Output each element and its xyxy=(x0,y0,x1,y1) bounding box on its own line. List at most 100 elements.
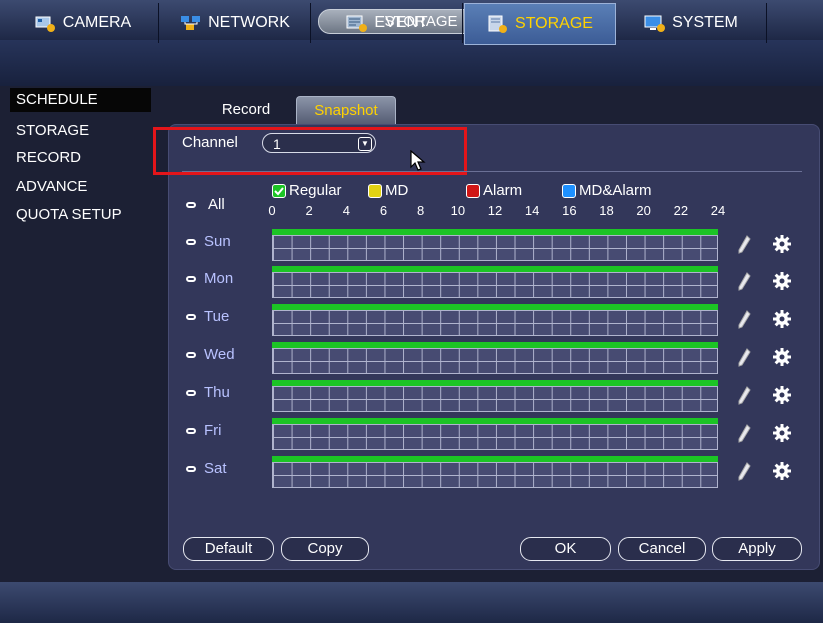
time-grid xyxy=(272,310,718,336)
hour-tick-label: 0 xyxy=(268,203,276,218)
day-checkbox-mon[interactable]: Mon xyxy=(186,270,233,287)
swatch-icon xyxy=(466,183,480,198)
nav-tab-camera[interactable]: CAMERA xyxy=(8,3,159,43)
pencil-icon[interactable] xyxy=(737,272,751,292)
legend-label: MD xyxy=(385,182,409,199)
checkbox-icon xyxy=(186,275,196,282)
day-label: Mon xyxy=(204,270,234,287)
pencil-icon[interactable] xyxy=(737,348,751,368)
hour-tick-label: 10 xyxy=(450,203,466,218)
sidebar-item-quota-setup[interactable]: QUOTA SETUP xyxy=(10,203,151,227)
schedule-bar-thu[interactable] xyxy=(272,380,718,412)
checkbox-icon xyxy=(186,389,196,396)
gear-icon[interactable] xyxy=(772,271,792,291)
gear-icon[interactable] xyxy=(772,309,792,329)
storage-icon xyxy=(488,15,508,33)
legend-md[interactable]: MD xyxy=(368,182,408,199)
legend-label: Alarm xyxy=(483,182,523,199)
nav-tab-label: EVENT xyxy=(374,14,428,31)
hour-tick-label: 4 xyxy=(342,203,350,218)
time-grid xyxy=(272,272,718,298)
sidebar-item-schedule[interactable]: SCHEDULE xyxy=(10,88,151,112)
schedule-bar-sun[interactable] xyxy=(272,229,718,261)
nav-tab-network[interactable]: NETWORK xyxy=(160,3,311,43)
time-grid xyxy=(272,462,718,488)
pencil-icon[interactable] xyxy=(737,386,751,406)
day-checkbox-sun[interactable]: Sun xyxy=(186,233,231,250)
hour-tick-label: 18 xyxy=(599,203,614,218)
checkbox-icon xyxy=(186,313,196,320)
sidebar-item-record[interactable]: RECORD xyxy=(10,146,151,170)
hour-tick-label: 24 xyxy=(710,203,726,218)
ok-button[interactable]: OK xyxy=(520,537,611,561)
nav-tab-label: CAMERA xyxy=(62,14,132,31)
swatch-icon xyxy=(368,183,382,198)
system-icon xyxy=(644,15,666,32)
legend-label: MD&Alarm xyxy=(579,182,652,199)
sidebar-item-storage[interactable]: STORAGE xyxy=(10,119,151,143)
apply-button[interactable]: Apply xyxy=(712,537,802,561)
legend-alarm[interactable]: Alarm xyxy=(466,182,522,199)
checkbox-icon xyxy=(186,427,196,434)
nav-tab-system[interactable]: SYSTEM xyxy=(616,3,767,43)
mouse-cursor-icon xyxy=(410,150,426,171)
pencil-icon[interactable] xyxy=(737,235,751,255)
time-grid xyxy=(272,386,718,412)
divider xyxy=(182,171,802,172)
day-checkbox-tue[interactable]: Tue xyxy=(186,308,229,325)
tab-record[interactable]: Record xyxy=(210,96,282,124)
schedule-bar-mon[interactable] xyxy=(272,266,718,298)
hour-tick-label: 12 xyxy=(487,203,503,218)
nav-tab-label: NETWORK xyxy=(208,14,290,31)
time-grid xyxy=(272,235,718,261)
checkbox-icon xyxy=(186,238,196,245)
check-icon xyxy=(272,183,286,198)
day-label: Sun xyxy=(204,233,231,250)
all-days-checkbox[interactable]: All xyxy=(186,196,225,213)
hour-tick-label: 8 xyxy=(417,203,425,218)
hour-tick-label: 16 xyxy=(562,203,577,218)
nav-tab-label: SYSTEM xyxy=(672,14,738,31)
day-checkbox-sat[interactable]: Sat xyxy=(186,460,227,477)
schedule-bar-tue[interactable] xyxy=(272,304,718,336)
day-label: Wed xyxy=(204,346,235,363)
day-checkbox-fri[interactable]: Fri xyxy=(186,422,222,439)
pencil-icon[interactable] xyxy=(737,462,751,482)
checkbox-icon xyxy=(186,351,196,358)
hour-tick-label: 22 xyxy=(673,203,689,218)
event-icon xyxy=(346,15,368,32)
swatch-icon xyxy=(562,183,576,198)
checkbox-icon xyxy=(186,201,196,208)
pencil-icon[interactable] xyxy=(737,424,751,444)
cancel-button[interactable]: Cancel xyxy=(618,537,706,561)
nav-tab-storage[interactable]: STORAGE xyxy=(464,3,616,45)
gear-icon[interactable] xyxy=(772,461,792,481)
hour-tick-label: 6 xyxy=(379,203,388,218)
gear-icon[interactable] xyxy=(772,347,792,367)
schedule-bar-wed[interactable] xyxy=(272,342,718,374)
main-nav xyxy=(0,40,823,87)
day-label: Fri xyxy=(204,422,222,439)
day-checkbox-thu[interactable]: Thu xyxy=(186,384,230,401)
time-grid xyxy=(272,424,718,450)
hour-tick-label: 14 xyxy=(524,203,540,218)
legend-label: Regular xyxy=(289,182,342,199)
hour-tick-label: 20 xyxy=(636,203,651,218)
schedule-bar-fri[interactable] xyxy=(272,418,718,450)
pencil-icon[interactable] xyxy=(737,310,751,330)
all-label: All xyxy=(208,196,225,213)
day-label: Sat xyxy=(204,460,227,477)
tab-snapshot[interactable]: Snapshot xyxy=(296,96,396,125)
nav-tab-event[interactable]: EVENT xyxy=(312,3,463,43)
sidebar-item-advance[interactable]: ADVANCE xyxy=(10,175,151,199)
legend-regular[interactable]: Regular xyxy=(272,182,342,199)
gear-icon[interactable] xyxy=(772,385,792,405)
gear-icon[interactable] xyxy=(772,234,792,254)
checkbox-icon xyxy=(186,465,196,472)
copy-button[interactable]: Copy xyxy=(281,537,369,561)
gear-icon[interactable] xyxy=(772,423,792,443)
legend-md-alarm[interactable]: MD&Alarm xyxy=(562,182,652,199)
day-checkbox-wed[interactable]: Wed xyxy=(186,346,235,363)
schedule-bar-sat[interactable] xyxy=(272,456,718,488)
default-button[interactable]: Default xyxy=(183,537,274,561)
